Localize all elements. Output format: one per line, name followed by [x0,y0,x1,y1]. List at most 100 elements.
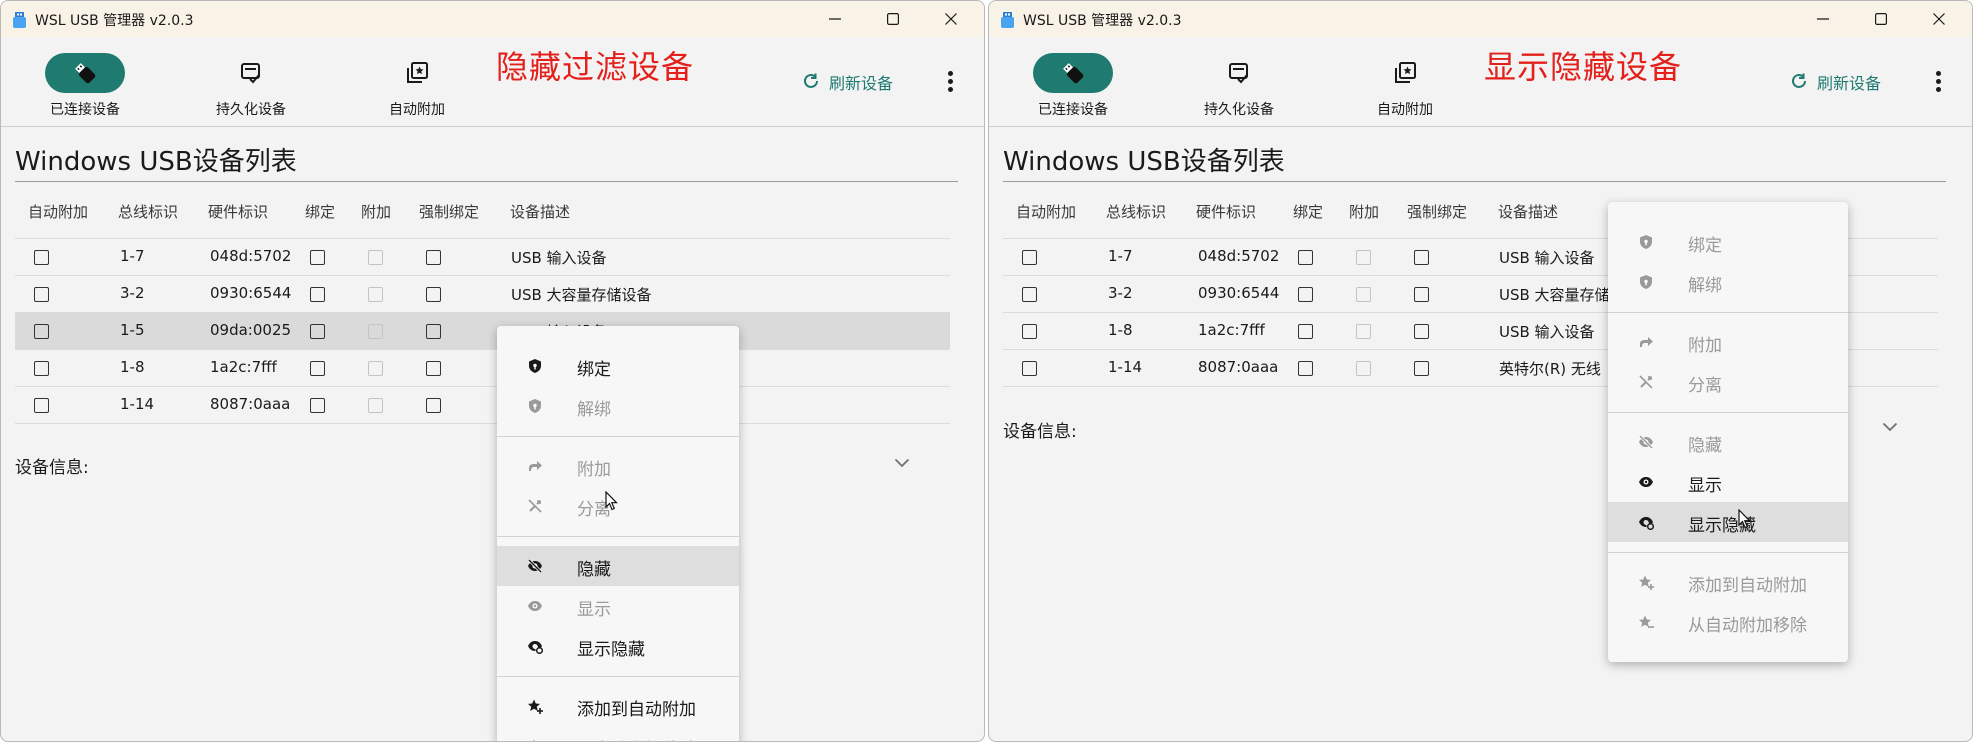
menu-item-detach[interactable]: 分离 [1608,362,1848,402]
menu-item-attach[interactable]: 附加 [497,446,739,486]
auto-attach-checkbox[interactable] [34,324,49,339]
maximize-icon [887,13,899,25]
bind-checkbox[interactable] [310,287,325,302]
nav-persisted-devices[interactable]: 持久化设备 [187,53,307,123]
nav-label: 自动附加 [389,102,445,118]
col-header-hwid: 硬件标识 [1196,203,1257,221]
force-bind-checkbox[interactable] [426,287,441,302]
attach-checkbox[interactable] [1356,324,1371,339]
arrow-forward-icon [529,461,542,471]
menu-item-label: 从自动附加移除 [577,735,696,741]
col-header-auto-attach: 自动附加 [1016,203,1077,221]
force-bind-checkbox[interactable] [426,250,441,265]
force-bind-checkbox[interactable] [426,398,441,413]
force-bind-checkbox[interactable] [1414,250,1429,265]
nav-connected-devices[interactable]: 已连接设备 [21,53,141,123]
menu-separator [497,436,739,437]
menu-item-unbind[interactable]: 解绑 [1608,262,1848,302]
auto-attach-checkbox[interactable] [34,250,49,265]
table-row[interactable]: 1-8 1a2c:7fff [15,350,950,387]
bind-checkbox[interactable] [310,361,325,376]
menu-item-hide[interactable]: 隐藏 [1608,422,1848,462]
eye-icon [528,601,542,611]
eye-icon [1639,477,1653,487]
auto-attach-checkbox[interactable] [1022,361,1037,376]
attach-checkbox[interactable] [368,361,383,376]
force-bind-checkbox[interactable] [1414,287,1429,302]
shield-icon [1640,235,1652,249]
force-bind-checkbox[interactable] [1414,324,1429,339]
menu-item-attach[interactable]: 附加 [1608,322,1848,362]
menu-item-show[interactable]: 显示 [497,586,739,626]
nav-auto-attach[interactable]: 自动附加 [353,53,473,123]
nav-label: 自动附加 [1377,102,1433,118]
usb-app-icon [13,12,26,28]
menu-item-show-hidden[interactable]: 显示隐藏 [497,626,739,666]
menu-item-remove-auto-attach[interactable]: 从自动附加移除 [1608,602,1848,642]
bind-checkbox[interactable] [310,398,325,413]
bind-checkbox[interactable] [310,250,325,265]
attach-checkbox[interactable] [1356,250,1371,265]
close-button[interactable] [1916,1,1962,37]
maximize-button[interactable] [1858,1,1904,37]
right-window: WSL USB 管理器 v2.0.3 已连接设备 持久化设备 自动附加 显示隐藏… [988,0,1973,742]
bind-checkbox[interactable] [1298,324,1313,339]
auto-attach-checkbox[interactable] [34,398,49,413]
table-row[interactable]: 1-509da:0025USB 输入设备 [15,313,950,350]
star-add-icon [1639,575,1654,590]
col-header-bind: 绑定 [305,203,336,221]
menu-item-show[interactable]: 显示 [1608,462,1848,502]
nav-label: 已连接设备 [1038,102,1108,118]
bind-checkbox[interactable] [1298,287,1313,302]
attach-checkbox[interactable] [368,287,383,302]
force-bind-checkbox[interactable] [426,361,441,376]
auto-attach-checkbox[interactable] [1022,287,1037,302]
force-bind-checkbox[interactable] [426,324,441,339]
menu-item-label: 解绑 [577,400,611,420]
attach-checkbox[interactable] [1356,287,1371,302]
window-title: WSL USB 管理器 v2.0.3 [1023,13,1182,29]
nav-persisted-devices[interactable]: 持久化设备 [1175,53,1295,123]
attach-checkbox[interactable] [368,398,383,413]
minimize-button[interactable] [812,1,858,37]
hwid-cell: 8087:0aaa [1198,358,1279,376]
eye-off-icon [1638,434,1654,450]
nav-auto-attach[interactable]: 自动附加 [1341,53,1461,123]
title-bar[interactable]: WSL USB 管理器 v2.0.3 [1,1,984,37]
title-bar[interactable]: WSL USB 管理器 v2.0.3 [989,1,1972,37]
more-vert-icon[interactable] [1935,71,1943,95]
auto-attach-checkbox[interactable] [1022,250,1037,265]
maximize-button[interactable] [870,1,916,37]
persist-icon [1229,63,1248,84]
chevron-down-icon[interactable] [894,458,910,468]
auto-attach-checkbox[interactable] [34,287,49,302]
force-bind-checkbox[interactable] [1414,361,1429,376]
menu-item-show-hidden[interactable]: 显示隐藏 [1608,502,1848,542]
attach-checkbox[interactable] [1356,361,1371,376]
table-row[interactable]: 1-7 048d:5702 USB 输入设备 [15,239,950,276]
table-row[interactable]: 3-2 0930:6544 USB 大容量存储设备 [15,276,950,313]
context-menu: 绑定 解绑 附加 分离 隐藏 显示 显示隐藏 添加到自动附加 从自动附加移除 [497,326,739,741]
auto-attach-checkbox[interactable] [34,361,49,376]
section-title: Windows USB设备列表 [1003,147,1285,177]
menu-item-bind[interactable]: 绑定 [1608,222,1848,262]
chevron-down-icon[interactable] [1882,422,1898,432]
minimize-button[interactable] [1800,1,1846,37]
menu-item-unbind[interactable]: 解绑 [497,386,739,426]
bind-checkbox[interactable] [1298,361,1313,376]
menu-item-label: 绑定 [577,360,611,380]
menu-item-add-auto-attach[interactable]: 添加到自动附加 [1608,562,1848,602]
attach-checkbox[interactable] [368,250,383,265]
bind-checkbox[interactable] [1298,250,1313,265]
menu-item-add-auto-attach[interactable]: 添加到自动附加 [497,686,739,726]
attach-checkbox[interactable] [368,324,383,339]
more-vert-icon[interactable] [947,71,955,95]
auto-attach-checkbox[interactable] [1022,324,1037,339]
menu-item-hide[interactable]: 隐藏 [497,546,739,586]
nav-connected-devices[interactable]: 已连接设备 [1009,53,1129,123]
menu-item-bind[interactable]: 绑定 [497,346,739,386]
close-button[interactable] [928,1,974,37]
bind-checkbox[interactable] [310,324,325,339]
table-row[interactable]: 1-14 8087:0aaa [15,387,950,424]
menu-item-remove-auto-attach[interactable]: 从自动附加移除 [497,726,739,741]
